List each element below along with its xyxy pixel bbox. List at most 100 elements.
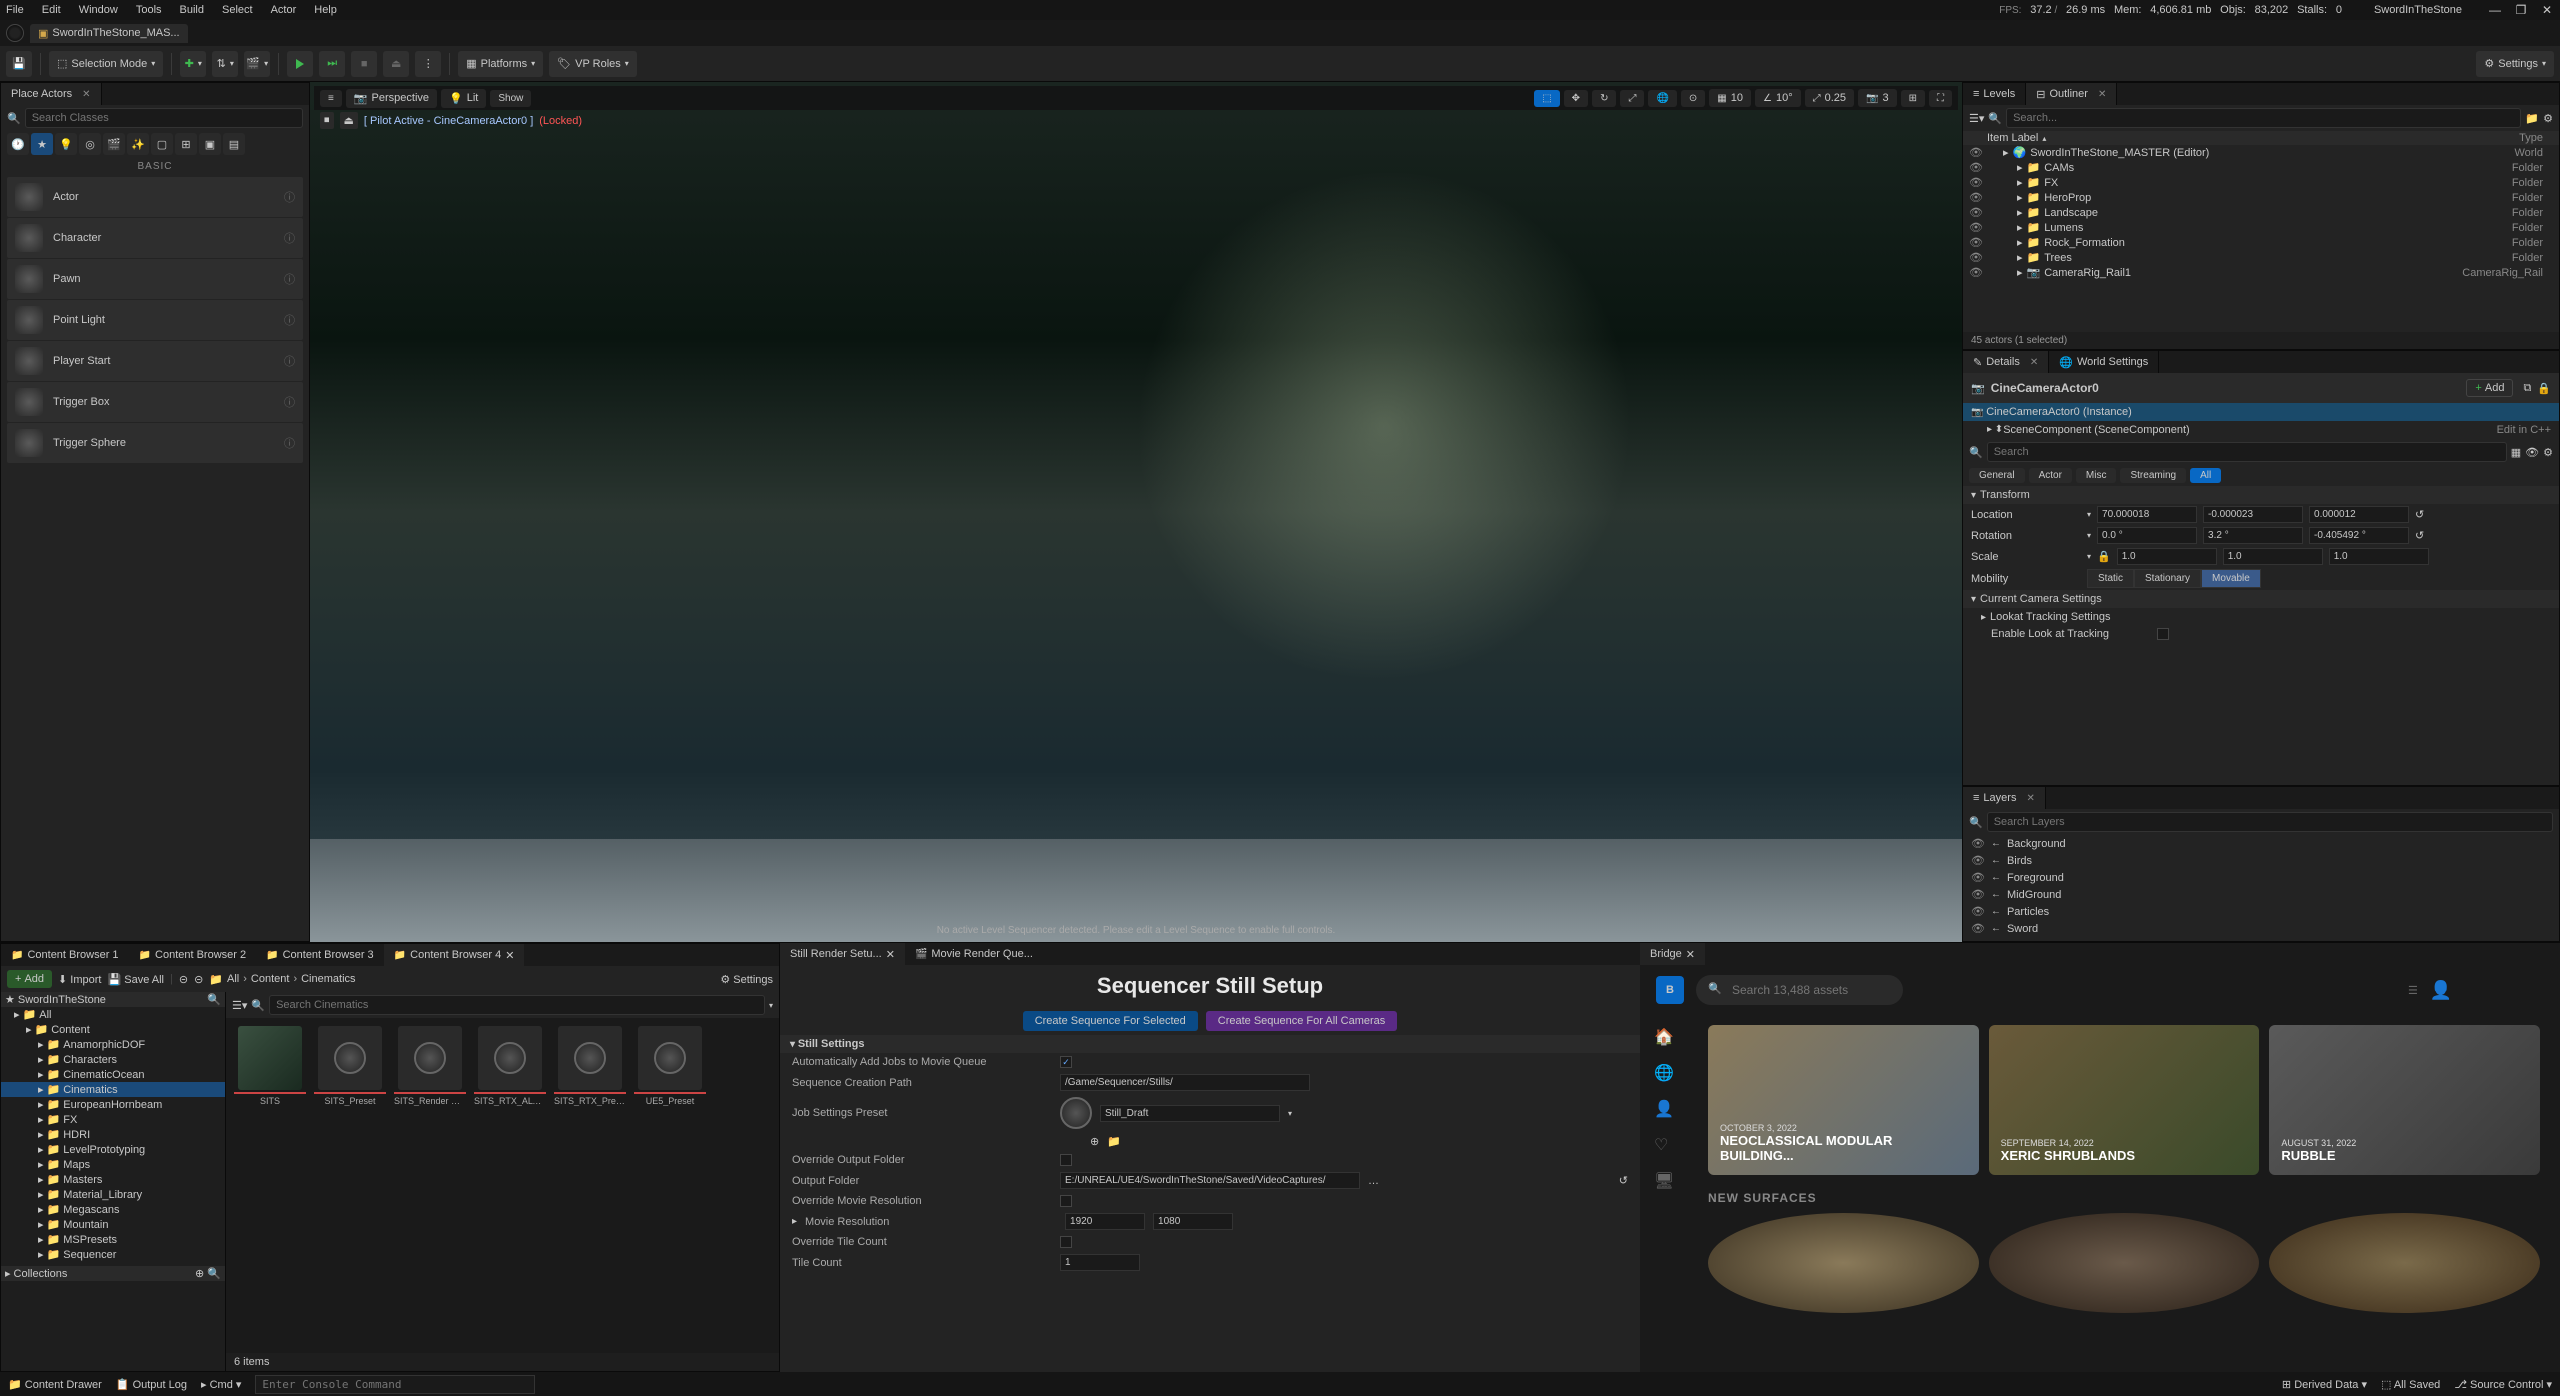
rot-x[interactable]: [2097, 527, 2197, 544]
filter-geometry[interactable]: ▣: [199, 133, 221, 155]
info-icon[interactable]: ⓘ: [284, 394, 295, 410]
transform-rotate[interactable]: ↻: [1592, 90, 1616, 107]
scl-y[interactable]: [2223, 548, 2323, 565]
show-dropdown[interactable]: Show: [490, 90, 531, 107]
cb-search[interactable]: [269, 995, 765, 1015]
output-log-button[interactable]: 📋 Output Log: [116, 1378, 187, 1391]
folder-tree-item[interactable]: ▸ 📁 All: [1, 1007, 225, 1022]
cb-saveall-button[interactable]: 💾 Save All: [107, 973, 164, 986]
edit-cpp-link[interactable]: Edit in C++: [2497, 424, 2551, 436]
seq-path-input[interactable]: [1060, 1074, 1310, 1091]
place-actor-item[interactable]: Actorⓘ: [7, 177, 303, 217]
use-asset-icon[interactable]: 📁: [1107, 1135, 1121, 1148]
lit-dropdown[interactable]: 💡Lit: [441, 89, 486, 108]
cmd-dropdown[interactable]: ▸ Cmd ▾: [201, 1378, 241, 1391]
filter-basic[interactable]: ★: [31, 133, 53, 155]
filter-icon[interactable]: ☰: [2408, 984, 2418, 997]
content-drawer-button[interactable]: 📁 Content Drawer: [8, 1378, 102, 1391]
info-icon[interactable]: ⓘ: [284, 230, 295, 246]
surface-thumb[interactable]: [1989, 1213, 2260, 1313]
lock-icon[interactable]: 🔒: [2537, 382, 2551, 395]
bridge-card-3[interactable]: AUGUST 31, 2022RUBBLE: [2269, 1025, 2540, 1175]
favorites-icon[interactable]: ★: [5, 993, 15, 1006]
filter-icon[interactable]: ☰▾: [232, 999, 247, 1012]
browse-asset-icon[interactable]: ⊕: [1090, 1135, 1099, 1148]
outliner-row[interactable]: 👁▸ 📁 LandscapeFolder: [1963, 205, 2559, 220]
favorites-icon[interactable]: ♡: [1654, 1135, 1674, 1155]
filter-general[interactable]: General: [1969, 468, 2025, 483]
eye-icon[interactable]: 👁: [1971, 854, 1985, 867]
eye-icon[interactable]: 👁: [1971, 837, 1985, 850]
surface-thumb[interactable]: [2269, 1213, 2540, 1313]
folder-add-icon[interactable]: 📁: [2525, 112, 2539, 125]
ovr-res-checkbox[interactable]: [1060, 1195, 1072, 1207]
play-options-button[interactable]: ⋮: [415, 51, 441, 77]
local-icon[interactable]: 🖥: [1654, 1171, 1674, 1191]
search-icon[interactable]: 🔍: [207, 993, 221, 1006]
create-seq-all-button[interactable]: Create Sequence For All Cameras: [1206, 1011, 1398, 1031]
place-actors-tab[interactable]: Place Actors ✕: [1, 83, 102, 105]
transform-scale[interactable]: ⤢: [1620, 90, 1644, 107]
camera-settings-section[interactable]: ▾ Current Camera Settings: [1963, 590, 2559, 608]
loc-y[interactable]: [2203, 506, 2303, 523]
coord-toggle[interactable]: 🌐: [1648, 90, 1676, 107]
menu-select[interactable]: Select: [222, 4, 253, 16]
menu-tools[interactable]: Tools: [136, 4, 162, 16]
folder-tree-item[interactable]: ▸ 📁 Maps: [1, 1157, 225, 1172]
filter-recent[interactable]: 🕐: [7, 133, 29, 155]
eye-icon[interactable]: 👁: [2525, 446, 2539, 459]
eye-icon[interactable]: 👁: [1971, 888, 1985, 901]
close-icon[interactable]: ✕: [2030, 357, 2038, 368]
globe-icon[interactable]: 🌐: [1654, 1063, 1674, 1083]
folder-tree-item[interactable]: ▸ 📁 FX: [1, 1112, 225, 1127]
rot-z[interactable]: [2309, 527, 2409, 544]
lookat-section[interactable]: ▸ Lookat Tracking Settings: [1963, 608, 2559, 626]
minimize-button[interactable]: —: [2488, 3, 2502, 17]
folder-tree-item[interactable]: ▸ 📁 HDRI: [1, 1127, 225, 1142]
rot-y[interactable]: [2203, 527, 2303, 544]
menu-help[interactable]: Help: [314, 4, 337, 16]
cb-tab-3[interactable]: 📁 Content Browser 3: [256, 944, 384, 966]
gear-icon[interactable]: ⚙: [2543, 446, 2553, 459]
perspective-dropdown[interactable]: 📷Perspective: [346, 89, 437, 108]
surface-thumb[interactable]: [1708, 1213, 1979, 1313]
folder-tree-item[interactable]: ▸ 📁 Characters: [1, 1052, 225, 1067]
place-actor-item[interactable]: Player Startⓘ: [7, 341, 303, 381]
profile-icon[interactable]: 👤: [1654, 1099, 1674, 1119]
all-saved-status[interactable]: ⬚ All Saved: [2381, 1378, 2440, 1391]
eye-icon[interactable]: 👁: [1969, 146, 1983, 159]
lookat-checkbox[interactable]: [2157, 628, 2169, 640]
surface-snap[interactable]: ⊙: [1681, 90, 1705, 107]
outliner-row[interactable]: 👁▸ 📁 CAMsFolder: [1963, 160, 2559, 175]
res-w-input[interactable]: [1065, 1213, 1145, 1230]
layer-row[interactable]: 👁 ← Birds: [1963, 852, 2559, 869]
bridge-search-input[interactable]: [1696, 975, 1903, 1005]
asset-item[interactable]: SITS_RTX_Preset: [554, 1026, 626, 1106]
platforms-button[interactable]: ▦ Platforms ▾: [458, 51, 543, 77]
place-actor-item[interactable]: Point Lightⓘ: [7, 300, 303, 340]
close-icon[interactable]: ✕: [2098, 89, 2106, 100]
collections-label[interactable]: Collections: [14, 1268, 68, 1280]
selection-mode-button[interactable]: ⬚ Selection Mode ▾: [49, 51, 163, 77]
eye-icon[interactable]: 👁: [1969, 176, 1983, 189]
world-settings-tab[interactable]: 🌐World Settings: [2049, 351, 2159, 373]
outliner-row[interactable]: 👁▸ 🌍 SwordInTheStone_MASTER (Editor)Worl…: [1963, 145, 2559, 160]
out-folder-input[interactable]: [1060, 1172, 1360, 1189]
mobility-static[interactable]: Static: [2087, 569, 2134, 588]
transform-move[interactable]: ✥: [1564, 90, 1588, 107]
loc-x[interactable]: [2097, 506, 2197, 523]
eye-icon[interactable]: 👁: [1969, 236, 1983, 249]
layer-row[interactable]: 👁 ← Sword: [1963, 920, 2559, 937]
movie-tab[interactable]: 🎬 Movie Render Que...: [905, 943, 1043, 965]
loc-z[interactable]: [2309, 506, 2409, 523]
folder-tree-item[interactable]: ▸ 📁 Megascans: [1, 1202, 225, 1217]
place-actors-search[interactable]: [25, 108, 303, 128]
settings-button[interactable]: ⚙ Settings ▾: [2476, 51, 2554, 77]
viewport[interactable]: ≡ 📷Perspective 💡Lit Show ⬚ ✥ ↻ ⤢ 🌐 ⊙ ▦ 1…: [310, 82, 1962, 942]
tile-input[interactable]: [1060, 1254, 1140, 1271]
filter-actor[interactable]: Actor: [2029, 468, 2072, 483]
add-component-button[interactable]: +Add: [2466, 379, 2513, 397]
asset-item[interactable]: SITS: [234, 1026, 306, 1106]
levels-tab[interactable]: ≡Levels: [1963, 83, 2026, 105]
browse-icon[interactable]: ⧉: [2523, 382, 2531, 395]
